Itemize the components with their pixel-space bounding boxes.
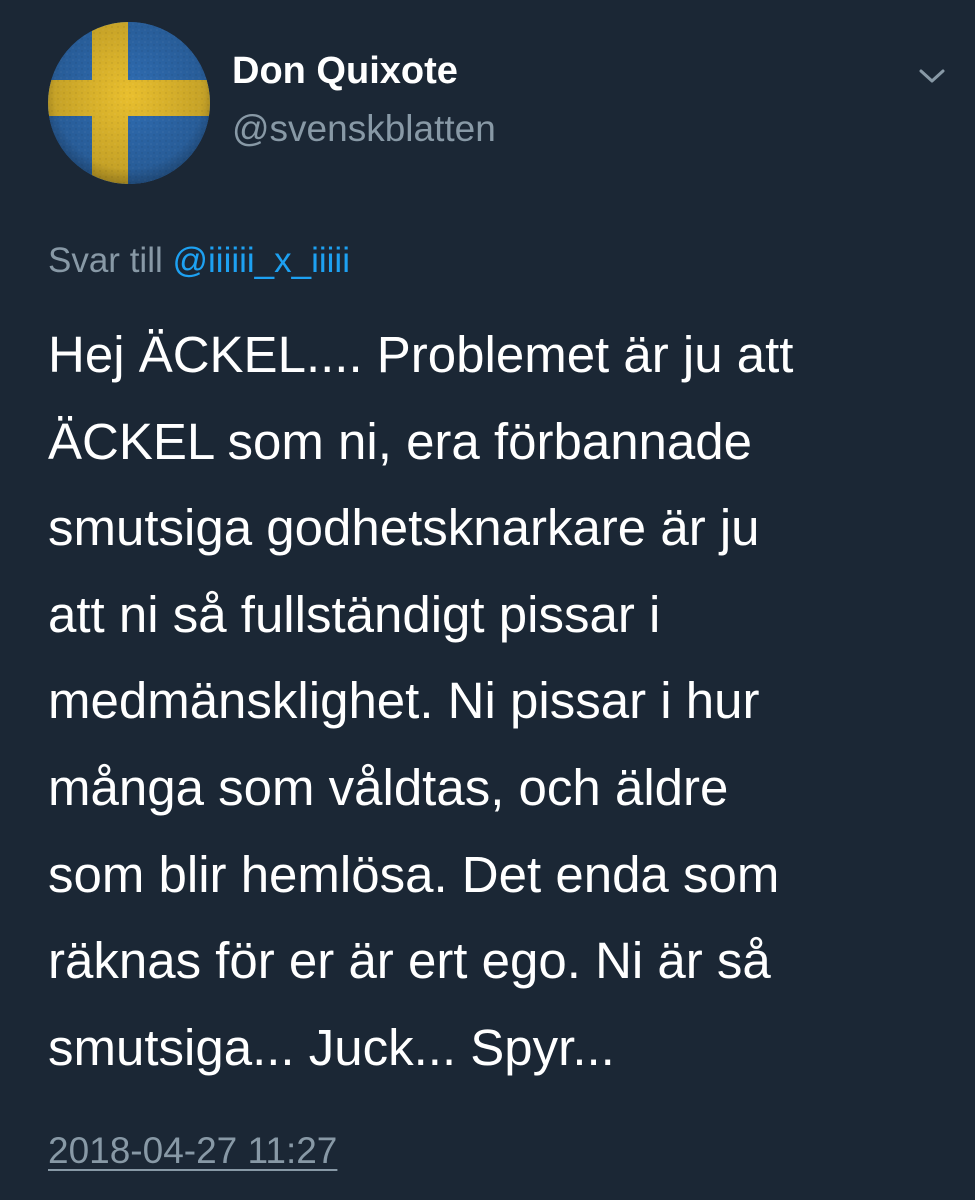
tweet-menu-button[interactable] bbox=[912, 58, 952, 94]
tweet-text-line: smutsiga godhetsknarkare är ju bbox=[48, 499, 760, 557]
tweet-card: Don Quixote @svenskblatten Svar till @ii… bbox=[0, 0, 975, 1200]
tweet-text-line: ÄCKEL som ni, era förbannade bbox=[48, 412, 753, 470]
tweet-text-line: Hej ÄCKEL.... Problemet är ju att bbox=[48, 326, 794, 383]
author-handle[interactable]: @svenskblatten bbox=[232, 106, 496, 152]
tweet-timestamp[interactable]: 2018-04-27 11:27 bbox=[48, 1128, 337, 1174]
tweet-text-line: medmänsklighet. Ni pissar i hur bbox=[48, 672, 760, 730]
tweet-text: Hej ÄCKEL.... Problemet är ju att ÄCKEL … bbox=[48, 312, 948, 1091]
tweet-text-line: många som våldtas, och äldre bbox=[48, 758, 729, 816]
reply-context: Svar till @iiiiii_x_iiiii bbox=[48, 238, 350, 284]
author-display-name[interactable]: Don Quixote bbox=[232, 47, 458, 95]
chevron-down-icon bbox=[919, 69, 945, 83]
reply-prefix: Svar till bbox=[48, 241, 163, 280]
tweet-text-line: räknas för er är ert ego. Ni är så bbox=[48, 932, 771, 990]
reply-mention-link[interactable]: @iiiiii_x_iiiii bbox=[172, 241, 350, 280]
tweet-text-line: att ni så fullständigt pissar i bbox=[48, 585, 661, 643]
tweet-text-line: smutsiga... Juck... Spyr... bbox=[48, 1018, 615, 1076]
tweet-text-line: som blir hemlösa. Det enda som bbox=[48, 845, 780, 903]
avatar[interactable] bbox=[48, 22, 210, 184]
swedish-flag-avatar-icon bbox=[48, 22, 210, 184]
